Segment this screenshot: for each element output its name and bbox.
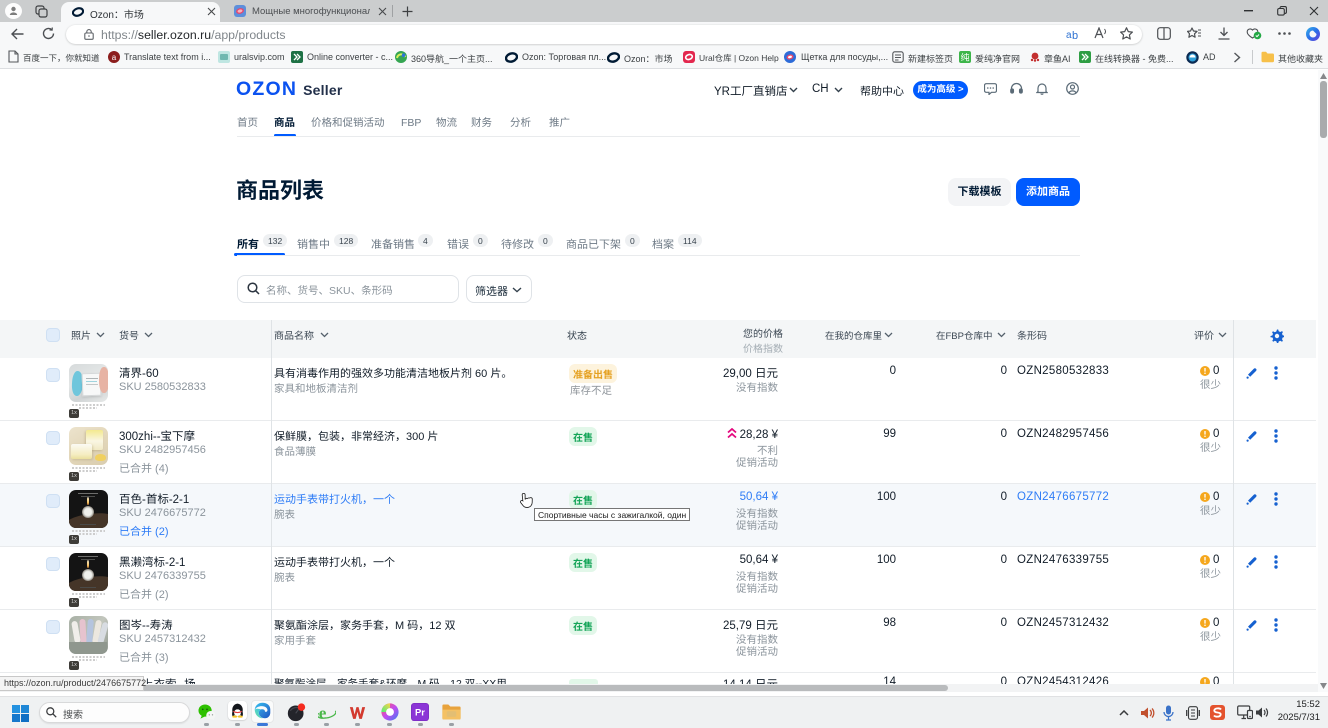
svg-text:e: e [319,704,327,722]
svg-text:b: b [1072,30,1078,40]
svg-text:a: a [112,53,117,62]
svg-text:Pr: Pr [415,707,425,718]
svg-text:纯: 纯 [960,51,969,63]
